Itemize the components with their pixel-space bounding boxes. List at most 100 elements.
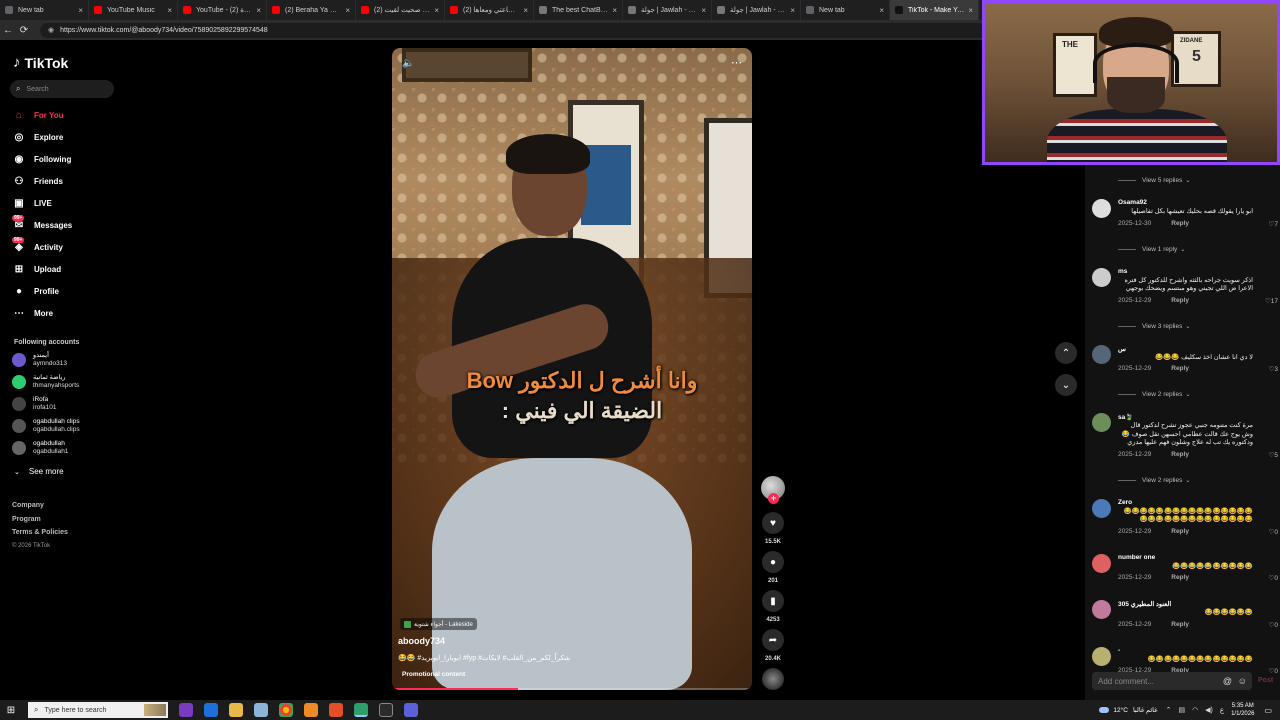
app-icon-4[interactable] <box>254 703 268 717</box>
post-comment-button[interactable]: Post <box>1258 677 1273 684</box>
browser-tab[interactable]: (2) سويان وانا صحيت لقيت × <box>356 0 445 20</box>
reply-button[interactable]: Reply <box>1171 365 1189 372</box>
view-replies-button[interactable]: View 1 reply ⌄ <box>1118 246 1185 253</box>
video-player[interactable]: وانا أشرح ل الدكتور Bow الضيقة الي فيني … <box>392 48 752 690</box>
see-more-button[interactable]: ⌄ See more <box>14 467 64 476</box>
comment-username[interactable]: Zero <box>1118 499 1132 506</box>
browser-tab[interactable]: YouTube - (2) سنة جديدة × <box>178 0 267 20</box>
file-explorer-icon[interactable] <box>229 703 243 717</box>
notification-icon[interactable]: ▭ <box>1264 706 1272 715</box>
close-icon[interactable]: × <box>612 6 617 15</box>
comment-username[interactable]: ms <box>1118 268 1127 275</box>
following-account[interactable]: iRofa irofa101 <box>12 396 57 412</box>
windows-start-icon[interactable]: ⊞ <box>0 705 22 716</box>
site-info-icon[interactable]: ◉ <box>48 26 54 34</box>
reply-button[interactable]: Reply <box>1171 220 1189 227</box>
chevron-up-icon[interactable]: ⌃ <box>1166 706 1172 714</box>
follow-plus-icon[interactable]: + <box>768 493 779 504</box>
video-username[interactable]: aboody734 <box>398 636 445 646</box>
view-replies-button[interactable]: View 2 replies ⌄ <box>1118 477 1190 484</box>
music-disc-icon[interactable] <box>762 668 784 690</box>
sidebar-item-profile[interactable]: ● Profile <box>12 280 72 302</box>
reply-button[interactable]: Reply <box>1171 297 1189 304</box>
following-account[interactable]: ogabdullah clips ogabdullah.clips <box>12 418 80 434</box>
close-icon[interactable]: × <box>879 6 884 15</box>
footer-link-company[interactable]: Company <box>12 499 68 513</box>
network-icon[interactable]: ▤ <box>1178 706 1185 714</box>
comment-username[interactable]: number one <box>1118 554 1155 561</box>
browser-tab[interactable]: جولة | Jawlah - منصة × <box>623 0 712 20</box>
comment-action[interactable]: ● 201 <box>762 551 784 584</box>
back-icon[interactable]: ← <box>0 25 16 36</box>
mention-icon[interactable]: @ <box>1223 676 1232 686</box>
view-replies-button[interactable]: View 2 replies ⌄ <box>1118 391 1190 398</box>
browser-tab[interactable]: (2) Beraha Ya Sheekha× <box>267 0 356 20</box>
footer-link-terms[interactable]: Terms & Policies <box>12 526 68 540</box>
obs-icon[interactable] <box>379 703 393 717</box>
vlc-icon[interactable] <box>304 703 318 717</box>
search-input[interactable]: ⌕ Search <box>10 80 114 98</box>
sidebar-item-upload[interactable]: ⊞ Upload <box>12 258 72 280</box>
browser-tab[interactable]: YouTube Music × <box>89 0 178 20</box>
avatar[interactable] <box>1092 267 1111 287</box>
following-account[interactable]: رياضة ثمانية thmanyahsports <box>12 374 79 390</box>
reply-button[interactable]: Reply <box>1171 574 1189 581</box>
like-action[interactable]: ♥ 15.5K <box>762 512 784 545</box>
close-icon[interactable]: × <box>434 6 439 15</box>
close-icon[interactable]: × <box>790 6 795 15</box>
language-icon[interactable]: ع <box>1220 706 1224 714</box>
comment-like-button[interactable]: ♡0 <box>1269 528 1278 536</box>
sidebar-item-explore[interactable]: ◎ Explore <box>12 126 72 148</box>
close-icon[interactable]: × <box>167 6 172 15</box>
chrome-icon[interactable] <box>279 703 293 717</box>
following-account[interactable]: ogabdullah ogabdullah1 <box>12 440 68 456</box>
view-replies-button[interactable]: View 3 replies ⌄ <box>1118 323 1190 330</box>
add-comment-input[interactable]: Add comment... @ ☺ <box>1092 672 1252 690</box>
save-action[interactable]: ▮ 4253 <box>762 590 784 623</box>
avatar[interactable] <box>1092 553 1111 573</box>
reply-button[interactable]: Reply <box>1171 451 1189 458</box>
avatar[interactable] <box>1092 413 1111 432</box>
close-icon[interactable]: × <box>968 6 973 15</box>
comment-username[interactable]: - <box>1118 647 1120 654</box>
share-action[interactable]: ➦ 20.4K <box>762 629 784 662</box>
sidebar-item-more[interactable]: ⋯ More <box>12 302 72 324</box>
close-icon[interactable]: × <box>345 6 350 15</box>
edge-icon[interactable] <box>354 703 368 717</box>
music-tag[interactable]: أجواء شتوية - Lakeside <box>400 618 477 630</box>
wifi-icon[interactable]: ◠ <box>1192 706 1198 714</box>
comment-like-button[interactable]: ♡0 <box>1269 667 1278 675</box>
comment-like-button[interactable]: ♡0 <box>1269 621 1278 629</box>
comment-like-button[interactable]: ♡0 <box>1269 574 1278 582</box>
close-icon[interactable]: × <box>701 6 706 15</box>
comment-username[interactable]: Osama92 <box>1118 199 1147 206</box>
clock[interactable]: 5:35 AM 1/1/2026 <box>1231 702 1254 718</box>
avatar[interactable] <box>1092 646 1111 666</box>
avatar[interactable] <box>1092 344 1111 364</box>
comment-username[interactable]: س <box>1118 345 1126 353</box>
app-icon-2[interactable] <box>204 703 218 717</box>
volume-icon[interactable]: ◀) <box>1205 706 1213 714</box>
url-field[interactable]: ◉ https://www.tiktok.com/@aboody734/vide… <box>40 22 990 38</box>
comment-like-button[interactable]: ♡5 <box>1269 451 1278 459</box>
app-icon-1[interactable] <box>179 703 193 717</box>
following-account[interactable]: أيمندو aymndo313 <box>12 352 67 368</box>
avatar[interactable] <box>1092 600 1111 619</box>
comment-like-button[interactable]: ♡3 <box>1269 365 1278 373</box>
browser-tab[interactable]: New tab × <box>0 0 89 20</box>
comment-like-button[interactable]: ♡17 <box>1265 297 1278 305</box>
browser-tab[interactable]: جولة | Jawlah - منصة × <box>712 0 801 20</box>
reload-icon[interactable]: ⟳ <box>16 25 32 36</box>
avatar[interactable] <box>1092 498 1111 518</box>
close-icon[interactable]: × <box>256 6 261 15</box>
taskbar-search[interactable]: ⌕ Type here to search <box>28 702 168 718</box>
reply-button[interactable]: Reply <box>1171 528 1189 535</box>
tiktok-logo[interactable]: ♪ TikTok <box>13 54 68 71</box>
video-progress-bar[interactable] <box>392 688 752 690</box>
next-video-button[interactable]: ⌄ <box>1055 374 1077 396</box>
browser-tab[interactable]: (2) ولدت ساعتي ومعاها × <box>445 0 534 20</box>
sidebar-item-messages[interactable]: ✉ Messages 99+ <box>12 214 72 236</box>
sidebar-item-activity[interactable]: ◈ Activity 99+ <box>12 236 72 258</box>
view-replies-button[interactable]: View 5 replies ⌄ <box>1118 177 1190 184</box>
comment-like-button[interactable]: ♡7 <box>1269 220 1278 228</box>
